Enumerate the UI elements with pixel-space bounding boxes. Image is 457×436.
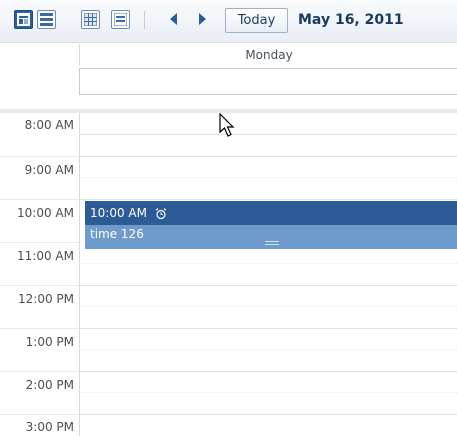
hour-rule bbox=[0, 371, 79, 372]
hour-rule bbox=[0, 414, 79, 415]
month-view-button[interactable] bbox=[81, 10, 100, 29]
event-time: 10:00 AM bbox=[90, 206, 147, 220]
time-gutter-line bbox=[79, 113, 80, 436]
week-view-button[interactable] bbox=[37, 10, 56, 29]
all-day-gutter bbox=[0, 66, 79, 100]
hour-label: 1:00 PM bbox=[25, 335, 74, 349]
calendar-event[interactable]: 10:00 AM time 126 bbox=[85, 201, 457, 249]
half-hour-line bbox=[79, 177, 457, 178]
hour-label: 12:00 PM bbox=[18, 292, 74, 306]
hour-line bbox=[79, 199, 457, 200]
current-date-label: May 16, 2011 bbox=[298, 12, 404, 28]
hour-line bbox=[79, 371, 457, 372]
next-arrow-icon[interactable] bbox=[198, 13, 206, 25]
all-day-events-area[interactable] bbox=[79, 68, 457, 95]
week-view-icon bbox=[40, 13, 53, 26]
hour-line bbox=[79, 156, 457, 157]
event-header[interactable]: 10:00 AM bbox=[85, 201, 457, 225]
hour-label: 8:00 AM bbox=[24, 118, 74, 132]
day-view-button[interactable] bbox=[14, 10, 33, 29]
hour-label: 3:00 PM bbox=[25, 420, 74, 434]
hour-rule bbox=[0, 328, 79, 329]
hour-rule bbox=[0, 156, 79, 157]
time-grid[interactable]: 8:00 AM 9:00 AM 10:00 AM 11:00 AM 12:00 … bbox=[0, 113, 457, 436]
previous-arrow-icon[interactable] bbox=[170, 13, 178, 25]
half-hour-line bbox=[79, 263, 457, 264]
hour-label: 9:00 AM bbox=[24, 163, 74, 177]
half-hour-line bbox=[79, 306, 457, 307]
half-hour-line bbox=[79, 349, 457, 350]
calendar-toolbar: Today May 16, 2011 bbox=[0, 0, 457, 43]
toolbar-separator bbox=[144, 11, 145, 29]
event-resize-handle[interactable] bbox=[265, 241, 279, 245]
hour-label: 2:00 PM bbox=[25, 378, 74, 392]
hour-line bbox=[79, 414, 457, 415]
hour-line bbox=[79, 328, 457, 329]
alarm-icon bbox=[155, 207, 167, 219]
day-view-icon bbox=[17, 13, 30, 26]
day-column-header: Monday bbox=[79, 44, 457, 66]
today-button[interactable]: Today bbox=[225, 8, 288, 33]
hour-rule bbox=[0, 199, 79, 200]
event-title: time 126 bbox=[90, 227, 144, 241]
hour-rule bbox=[0, 285, 79, 286]
hour-label: 10:00 AM bbox=[17, 206, 74, 220]
list-view-icon bbox=[114, 13, 127, 26]
event-body[interactable]: time 126 bbox=[85, 225, 457, 249]
half-hour-line bbox=[79, 134, 457, 135]
half-hour-line bbox=[79, 392, 457, 393]
hour-label: 11:00 AM bbox=[17, 249, 74, 263]
hour-line bbox=[79, 285, 457, 286]
hour-rule bbox=[0, 242, 79, 243]
month-view-icon bbox=[84, 13, 97, 26]
list-view-button[interactable] bbox=[111, 10, 130, 29]
mouse-cursor-icon bbox=[219, 113, 235, 137]
